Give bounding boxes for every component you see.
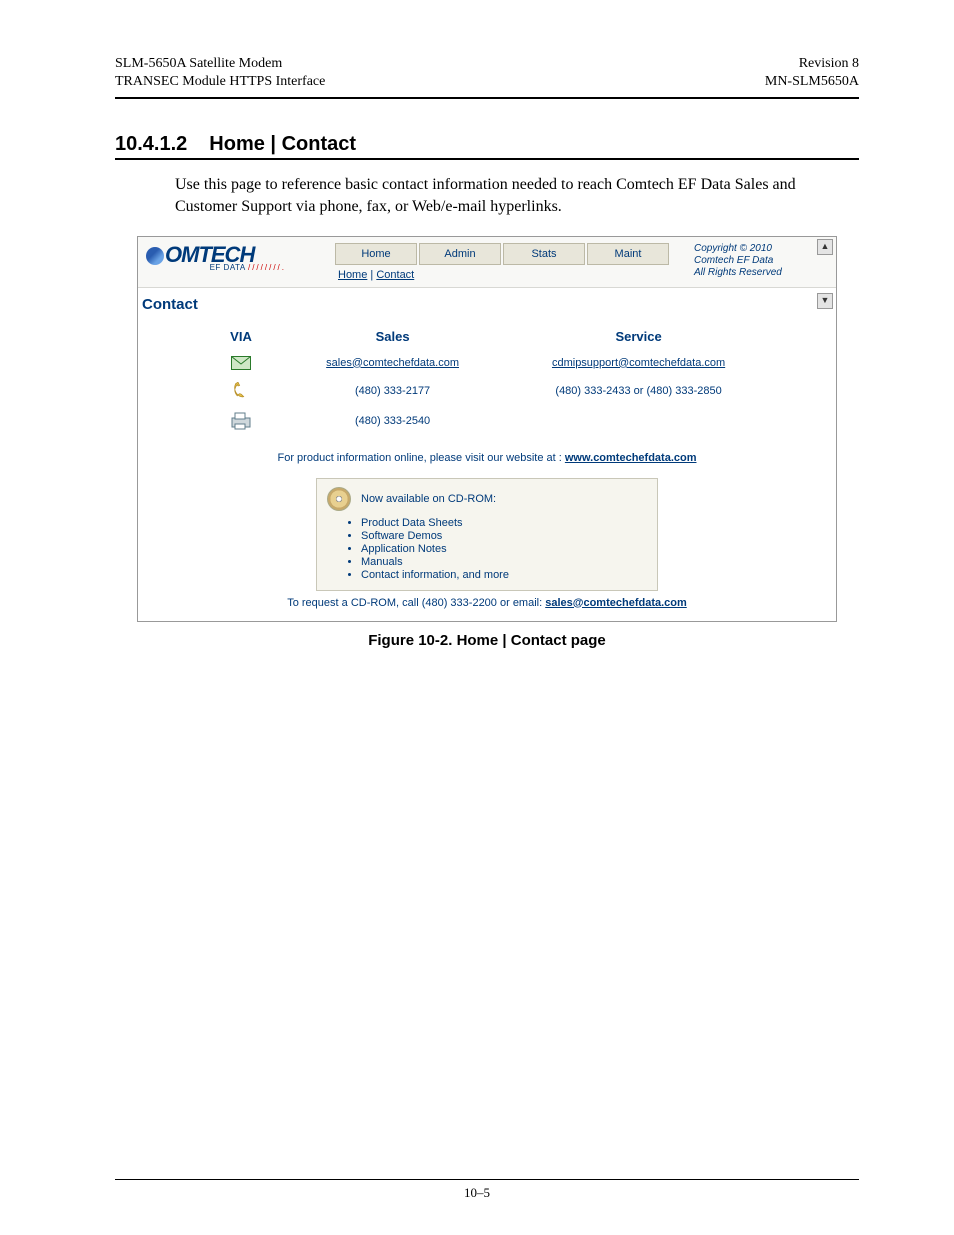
nav-tab-stats[interactable]: Stats xyxy=(503,243,585,265)
page-title: Contact xyxy=(138,288,836,323)
col-header-sales: Sales xyxy=(285,323,500,350)
cdrom-list: Product Data Sheets Software Demos Appli… xyxy=(361,517,647,581)
service-fax xyxy=(500,406,777,436)
website-prefix: For product information online, please v… xyxy=(278,452,565,464)
cdrom-request-prefix: To request a CD-ROM, call (480) 333-2200… xyxy=(287,597,545,609)
scroll-down-icon[interactable]: ▼ xyxy=(817,293,833,309)
nav-tab-admin[interactable]: Admin xyxy=(419,243,501,265)
cdrom-item: Application Notes xyxy=(361,543,647,555)
service-phone: (480) 333-2433 or (480) 333-2850 xyxy=(500,376,777,406)
header-rule xyxy=(115,97,859,99)
screenshot-header-bar: OMTECH EF DATA ////////. Home Admin Stat… xyxy=(138,237,836,288)
cdrom-request-email-link[interactable]: sales@comtechefdata.com xyxy=(545,597,687,609)
nav-tabs: Home Admin Stats Maint xyxy=(335,243,671,265)
fax-icon xyxy=(197,406,285,436)
sales-email-link[interactable]: sales@comtechefdata.com xyxy=(326,357,459,369)
page-header: SLM-5650A Satellite ModemTRANSEC Module … xyxy=(115,55,859,91)
contact-page-screenshot: ▲ ▼ OMTECH EF DATA ////////. Home Admin … xyxy=(137,236,837,622)
footer-rule xyxy=(115,1179,859,1180)
logo-sub-blue: EF DATA xyxy=(210,263,246,272)
breadcrumb-contact-link[interactable]: Contact xyxy=(376,269,414,281)
cd-icon xyxy=(327,487,351,511)
cdrom-box: Now available on CD-ROM: Product Data Sh… xyxy=(316,478,658,591)
scroll-up-icon[interactable]: ▲ xyxy=(817,239,833,255)
col-header-via: VIA xyxy=(197,323,285,350)
col-header-service: Service xyxy=(500,323,777,350)
nav-tab-home[interactable]: Home xyxy=(335,243,417,265)
nav-tab-maint[interactable]: Maint xyxy=(587,243,669,265)
service-email-link[interactable]: cdmipsupport@comtechefdata.com xyxy=(552,357,725,369)
globe-icon xyxy=(146,247,164,265)
section-body-text: Use this page to reference basic contact… xyxy=(175,174,859,217)
cdrom-item: Contact information, and more xyxy=(361,569,647,581)
breadcrumb: Home | Contact xyxy=(338,269,671,281)
cdrom-item: Manuals xyxy=(361,556,647,568)
header-right: Revision 8MN-SLM5650A xyxy=(765,55,859,91)
logo-sub-red: ////////. xyxy=(248,263,286,272)
table-row-email: sales@comtechefdata.com cdmipsupport@com… xyxy=(197,350,777,376)
header-left: SLM-5650A Satellite ModemTRANSEC Module … xyxy=(115,55,325,91)
figure-caption: Figure 10-2. Home | Contact page xyxy=(115,632,859,649)
comtech-logo: OMTECH EF DATA ////////. xyxy=(142,243,290,274)
table-row-phone: (480) 333-2177 (480) 333-2433 or (480) 3… xyxy=(197,376,777,406)
sales-fax: (480) 333-2540 xyxy=(285,406,500,436)
section-heading: 10.4.1.2 Home | Contact xyxy=(115,133,859,160)
sales-phone: (480) 333-2177 xyxy=(285,376,500,406)
section-title: Home | Contact xyxy=(209,133,356,155)
contact-table: VIA Sales Service sales@comtechefdata.co… xyxy=(197,323,777,436)
breadcrumb-home-link[interactable]: Home xyxy=(338,269,367,281)
email-icon xyxy=(197,350,285,376)
table-row-fax: (480) 333-2540 xyxy=(197,406,777,436)
copyright-text: Copyright © 2010Comtech EF DataAll Right… xyxy=(694,243,814,279)
cdrom-heading: Now available on CD-ROM: xyxy=(361,493,496,505)
cdrom-item: Product Data Sheets xyxy=(361,517,647,529)
footer-page-number: 10–5 xyxy=(0,1185,954,1201)
section-number: 10.4.1.2 xyxy=(115,133,187,156)
cdrom-item: Software Demos xyxy=(361,530,647,542)
phone-icon xyxy=(197,376,285,406)
cdrom-request-line: To request a CD-ROM, call (480) 333-2200… xyxy=(138,597,836,609)
website-link[interactable]: www.comtechefdata.com xyxy=(565,452,697,464)
website-line: For product information online, please v… xyxy=(138,452,836,464)
